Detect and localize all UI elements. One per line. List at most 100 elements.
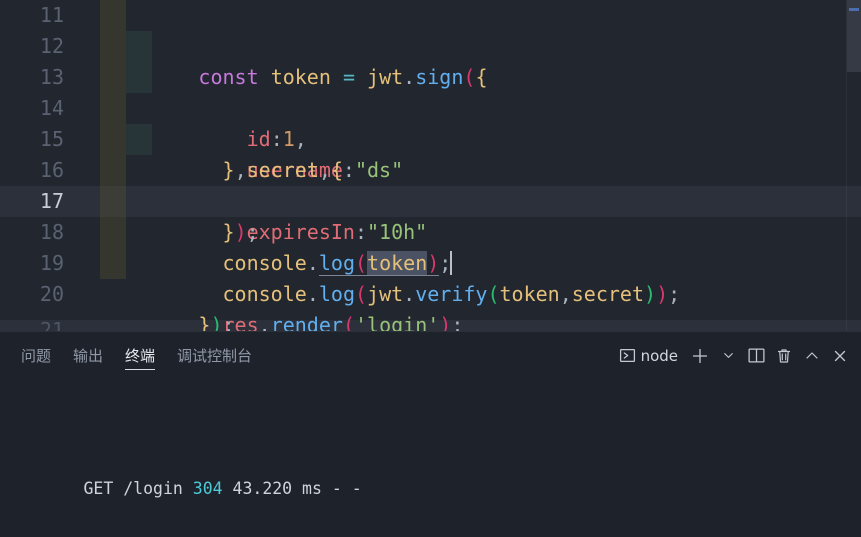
line-content[interactable]: res.render('login'); — [78, 248, 861, 331]
split-terminal-button[interactable] — [743, 342, 769, 370]
trash-icon — [775, 347, 793, 365]
line-content[interactable]: id:1, — [78, 31, 861, 151]
line-number: 17 — [39, 189, 64, 213]
token-colon: : — [342, 158, 355, 182]
panel-actions: node — [616, 332, 853, 379]
token-comma: , — [318, 158, 331, 182]
chevron-down-icon — [721, 348, 736, 363]
collapse-panel-button[interactable] — [799, 342, 825, 370]
tab-label: 调试控制台 — [177, 347, 253, 365]
token-operator: = — [342, 65, 355, 89]
line-content[interactable]: const token = jwt.sign({ — [78, 0, 861, 89]
line-content[interactable]: console.log(jwt.verify(token,secret)); — [78, 217, 861, 306]
line-number: 14 — [39, 96, 64, 120]
code-editor[interactable]: 11 const token = jwt.sign({ 12 id:1, 13 — [0, 0, 861, 331]
kill-terminal-button[interactable] — [771, 342, 797, 370]
token-close-brace: } — [222, 158, 235, 182]
terminal-text: GET /login — [83, 479, 193, 498]
line-content[interactable]: },secret,{ — [78, 93, 861, 182]
token-argument: token — [499, 282, 560, 306]
token-paren: ( — [354, 282, 368, 306]
token-paren: ( — [463, 65, 476, 89]
indent-guide — [100, 62, 126, 93]
token-dot: . — [403, 282, 416, 306]
editor-scrollbar[interactable] — [847, 0, 861, 331]
token-colon: : — [270, 127, 283, 151]
token-comma: , — [294, 127, 307, 151]
code-line-active[interactable]: 17 console.log(token); — [0, 186, 861, 276]
token-variable: secret — [246, 158, 319, 182]
token-function: sign — [415, 65, 464, 89]
code-line[interactable]: 12 id:1, — [0, 31, 861, 151]
tab-label: 输出 — [73, 347, 104, 365]
line-number: 16 — [39, 158, 64, 182]
tab-problems[interactable]: 问题 — [10, 332, 62, 379]
token-string: "ds" — [354, 158, 404, 182]
line-content[interactable]: expiresIn:"10h" — [78, 124, 861, 244]
token-comma: , — [234, 158, 247, 182]
token-paren: ( — [487, 282, 500, 306]
token-object: jwt — [367, 282, 404, 306]
terminal-status-code: 304 — [192, 479, 223, 498]
text-cursor — [450, 251, 453, 275]
line-number: 13 — [39, 65, 64, 89]
token-variable: token — [270, 65, 331, 89]
token-keyword: const — [198, 65, 259, 89]
indent-guide — [100, 31, 126, 62]
token-object: console — [222, 251, 307, 275]
line-content[interactable]: }); — [78, 155, 861, 244]
token-function: log — [318, 282, 355, 306]
token-number: 1 — [282, 127, 295, 151]
tab-terminal[interactable]: 终端 — [114, 332, 166, 379]
token-dot: . — [258, 313, 271, 331]
code-line[interactable]: 15 expiresIn:"10h" — [0, 124, 861, 244]
code-line[interactable]: 11 const token = jwt.sign({ — [0, 0, 861, 89]
token-property: id — [246, 127, 271, 151]
line-number: 20 — [39, 282, 64, 306]
new-terminal-dropdown-button[interactable] — [715, 342, 741, 370]
active-terminal-selector[interactable]: node — [616, 342, 685, 370]
new-terminal-button[interactable] — [687, 342, 713, 370]
token-close-paren: ) — [427, 251, 440, 276]
close-panel-button[interactable] — [827, 342, 853, 370]
tab-output[interactable]: 输出 — [62, 332, 114, 379]
indent-guide — [126, 62, 152, 93]
line-number: 11 — [39, 3, 64, 27]
line-content[interactable]: console.log(token); — [78, 186, 861, 276]
indent-guide — [100, 186, 126, 217]
indent-guide — [100, 155, 126, 186]
indent-guide — [126, 31, 152, 62]
token-brace: { — [330, 158, 343, 182]
token-paren: ( — [354, 251, 368, 276]
indent-guide — [100, 124, 126, 155]
terminal-line: GET /favicon.ico 302 7.576 ms - 28 — [4, 526, 861, 537]
terminal-chevron-icon — [619, 347, 636, 364]
token-dot: . — [306, 282, 319, 306]
code-line[interactable]: 14 },secret,{ — [0, 93, 861, 182]
token-close-paren: ) — [644, 282, 657, 306]
terminal-output[interactable]: GET /login 304 43.220 ms - - GET /favico… — [0, 379, 861, 537]
token-dot: . — [306, 251, 319, 275]
indent-guide — [100, 217, 126, 248]
line-number: 15 — [39, 127, 64, 151]
token-property: expiresIn — [246, 220, 355, 244]
token-object: jwt — [367, 65, 404, 89]
tab-debug-console[interactable]: 调试控制台 — [166, 332, 263, 379]
editor-scrollbar-marker — [849, 8, 859, 11]
token-close-brace: } — [198, 313, 211, 331]
code-line[interactable]: 18 console.log(jwt.verify(token,secret))… — [0, 217, 861, 306]
indent-guide — [126, 124, 152, 155]
code-line[interactable]: 16 }); — [0, 155, 861, 244]
token-semicolon: ; — [222, 313, 235, 331]
token-close-paren: ) — [439, 313, 452, 331]
indent-guide — [100, 0, 126, 31]
code-lines[interactable]: 11 const token = jwt.sign({ 12 id:1, 13 — [0, 0, 861, 331]
token-semicolon: ; — [451, 313, 464, 331]
token-selected-argument[interactable]: token — [367, 251, 428, 276]
token-close-paren: ) — [656, 282, 669, 306]
